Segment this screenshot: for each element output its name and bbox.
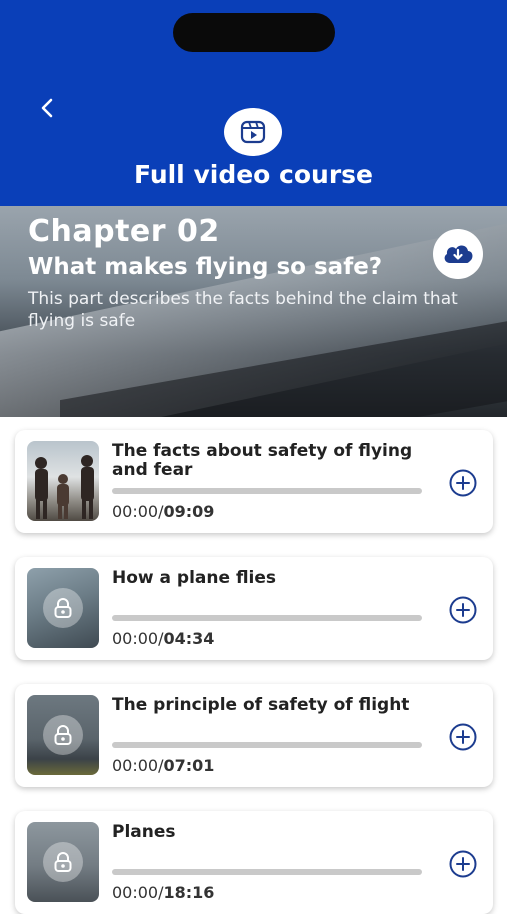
video-title: The facts about safety of flying and fea… xyxy=(112,441,413,480)
video-time: 00:00/18:16 xyxy=(112,883,215,902)
video-progress-bar xyxy=(112,488,422,494)
video-thumbnail xyxy=(27,695,99,775)
video-course-icon xyxy=(224,108,282,156)
video-time: 00:00/09:09 xyxy=(112,502,215,521)
video-title: How a plane flies xyxy=(112,568,277,588)
add-circle-icon[interactable] xyxy=(448,722,478,752)
video-card[interactable]: How a plane flies 00:00/04:34 xyxy=(15,557,493,660)
video-title: Planes xyxy=(112,822,176,842)
video-card[interactable]: The facts about safety of flying and fea… xyxy=(15,430,493,533)
app-header: Full video course xyxy=(0,0,507,206)
back-arrow-icon[interactable] xyxy=(36,96,60,120)
video-time: 00:00/04:34 xyxy=(112,629,215,648)
video-title: The principle of safety of flight xyxy=(112,695,410,715)
add-circle-icon[interactable] xyxy=(448,468,478,498)
chapter-title: What makes flying so safe? xyxy=(28,254,383,280)
lock-icon xyxy=(43,588,83,628)
video-thumbnail xyxy=(27,441,99,521)
device-notch xyxy=(173,13,335,52)
add-circle-icon[interactable] xyxy=(448,849,478,879)
video-thumbnail xyxy=(27,568,99,648)
video-progress-bar xyxy=(112,615,422,621)
add-circle-icon[interactable] xyxy=(448,595,478,625)
chapter-banner: Chapter 02 What makes flying so safe? Th… xyxy=(0,206,507,417)
download-button[interactable] xyxy=(433,229,483,279)
page-title: Full video course xyxy=(133,160,374,189)
cloud-download-icon xyxy=(444,245,473,263)
lock-icon xyxy=(43,715,83,755)
video-card[interactable]: Planes 00:00/18:16 xyxy=(15,811,493,914)
video-card[interactable]: The principle of safety of flight 00:00/… xyxy=(15,684,493,787)
video-thumbnail xyxy=(27,822,99,902)
video-progress-bar xyxy=(112,869,422,875)
chapter-description: This part describes the facts behind the… xyxy=(28,289,458,331)
lock-icon xyxy=(43,842,83,882)
video-progress-bar xyxy=(112,742,422,748)
video-time: 00:00/07:01 xyxy=(112,756,215,775)
chapter-number: Chapter 02 xyxy=(28,214,220,249)
